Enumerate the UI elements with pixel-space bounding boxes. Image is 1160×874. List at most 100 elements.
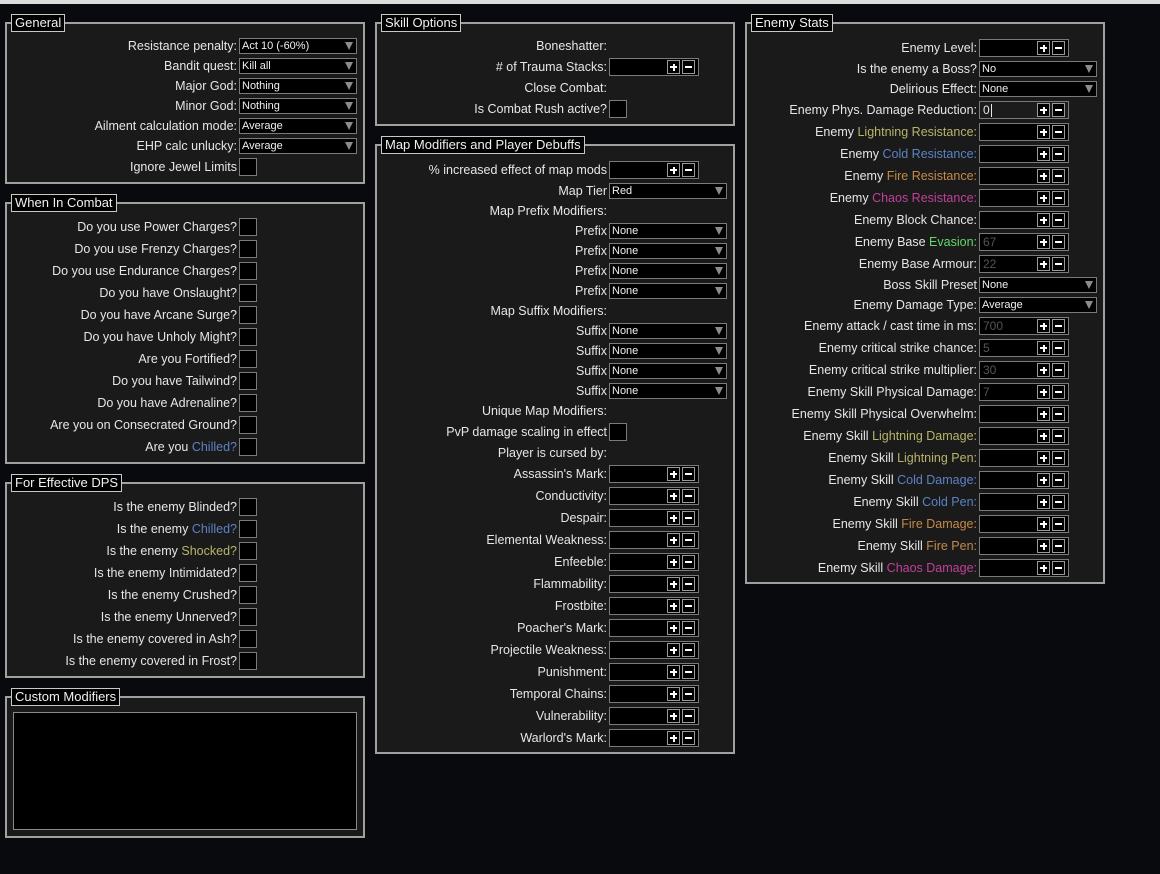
decrement-minus-icon[interactable] bbox=[1052, 235, 1065, 249]
decrement-minus-icon[interactable] bbox=[1052, 257, 1065, 271]
number-input[interactable] bbox=[979, 515, 1069, 533]
dropdown[interactable]: None bbox=[609, 363, 727, 379]
increment-plus-icon[interactable] bbox=[1037, 451, 1050, 465]
decrement-minus-icon[interactable] bbox=[682, 709, 695, 723]
number-input[interactable] bbox=[979, 537, 1069, 555]
number-input[interactable]: 5 bbox=[979, 339, 1069, 357]
number-input[interactable] bbox=[609, 487, 699, 505]
decrement-minus-icon[interactable] bbox=[1052, 191, 1065, 205]
increment-plus-icon[interactable] bbox=[667, 60, 680, 74]
dropdown[interactable]: Average bbox=[239, 118, 357, 134]
number-input[interactable] bbox=[609, 729, 699, 747]
dropdown[interactable]: None bbox=[609, 383, 727, 399]
checkbox[interactable] bbox=[239, 520, 257, 538]
increment-plus-icon[interactable] bbox=[1037, 407, 1050, 421]
number-input[interactable] bbox=[979, 449, 1069, 467]
checkbox[interactable] bbox=[239, 372, 257, 390]
decrement-minus-icon[interactable] bbox=[682, 511, 695, 525]
checkbox[interactable] bbox=[239, 438, 257, 456]
number-input[interactable] bbox=[609, 663, 699, 681]
number-input[interactable] bbox=[979, 493, 1069, 511]
checkbox[interactable] bbox=[239, 262, 257, 280]
decrement-minus-icon[interactable] bbox=[682, 621, 695, 635]
decrement-minus-icon[interactable] bbox=[682, 731, 695, 745]
increment-plus-icon[interactable] bbox=[667, 577, 680, 591]
number-input[interactable]: 67 bbox=[979, 233, 1069, 251]
dropdown[interactable]: None bbox=[609, 323, 727, 339]
decrement-minus-icon[interactable] bbox=[1052, 473, 1065, 487]
increment-plus-icon[interactable] bbox=[1037, 191, 1050, 205]
increment-plus-icon[interactable] bbox=[1037, 473, 1050, 487]
decrement-minus-icon[interactable] bbox=[1052, 429, 1065, 443]
number-input[interactable] bbox=[609, 531, 699, 549]
number-input[interactable] bbox=[609, 641, 699, 659]
decrement-minus-icon[interactable] bbox=[1052, 169, 1065, 183]
number-input[interactable]: 0 bbox=[979, 101, 1069, 119]
checkbox[interactable] bbox=[239, 284, 257, 302]
increment-plus-icon[interactable] bbox=[1037, 125, 1050, 139]
increment-plus-icon[interactable] bbox=[1037, 385, 1050, 399]
number-input[interactable] bbox=[609, 509, 699, 527]
number-input[interactable] bbox=[979, 427, 1069, 445]
number-input[interactable]: 7 bbox=[979, 383, 1069, 401]
checkbox[interactable] bbox=[609, 423, 627, 441]
increment-plus-icon[interactable] bbox=[1037, 103, 1050, 117]
increment-plus-icon[interactable] bbox=[1037, 561, 1050, 575]
decrement-minus-icon[interactable] bbox=[1052, 451, 1065, 465]
number-input[interactable] bbox=[979, 39, 1069, 57]
increment-plus-icon[interactable] bbox=[1037, 539, 1050, 553]
decrement-minus-icon[interactable] bbox=[1052, 385, 1065, 399]
increment-plus-icon[interactable] bbox=[1037, 319, 1050, 333]
decrement-minus-icon[interactable] bbox=[1052, 561, 1065, 575]
increment-plus-icon[interactable] bbox=[667, 599, 680, 613]
checkbox[interactable] bbox=[239, 328, 257, 346]
increment-plus-icon[interactable] bbox=[667, 489, 680, 503]
decrement-minus-icon[interactable] bbox=[682, 467, 695, 481]
checkbox[interactable] bbox=[239, 350, 257, 368]
number-input[interactable] bbox=[979, 559, 1069, 577]
checkbox[interactable] bbox=[239, 218, 257, 236]
decrement-minus-icon[interactable] bbox=[1052, 103, 1065, 117]
decrement-minus-icon[interactable] bbox=[1052, 213, 1065, 227]
dropdown[interactable]: Average bbox=[979, 297, 1097, 313]
checkbox[interactable] bbox=[609, 100, 627, 118]
checkbox[interactable] bbox=[239, 586, 257, 604]
increment-plus-icon[interactable] bbox=[667, 687, 680, 701]
dropdown[interactable]: Red bbox=[609, 183, 727, 199]
decrement-minus-icon[interactable] bbox=[1052, 125, 1065, 139]
increment-plus-icon[interactable] bbox=[667, 665, 680, 679]
checkbox[interactable] bbox=[239, 158, 257, 176]
increment-plus-icon[interactable] bbox=[667, 621, 680, 635]
number-input[interactable] bbox=[609, 619, 699, 637]
increment-plus-icon[interactable] bbox=[1037, 41, 1050, 55]
dropdown[interactable]: None bbox=[609, 263, 727, 279]
checkbox[interactable] bbox=[239, 652, 257, 670]
decrement-minus-icon[interactable] bbox=[682, 489, 695, 503]
increment-plus-icon[interactable] bbox=[1037, 517, 1050, 531]
dropdown[interactable]: None bbox=[979, 81, 1097, 97]
checkbox[interactable] bbox=[239, 564, 257, 582]
increment-plus-icon[interactable] bbox=[1037, 213, 1050, 227]
number-input[interactable]: 700 bbox=[979, 317, 1069, 335]
decrement-minus-icon[interactable] bbox=[1052, 539, 1065, 553]
decrement-minus-icon[interactable] bbox=[682, 533, 695, 547]
increment-plus-icon[interactable] bbox=[667, 555, 680, 569]
increment-plus-icon[interactable] bbox=[1037, 147, 1050, 161]
increment-plus-icon[interactable] bbox=[667, 533, 680, 547]
decrement-minus-icon[interactable] bbox=[1052, 147, 1065, 161]
custom-modifiers-textarea[interactable] bbox=[13, 712, 357, 830]
decrement-minus-icon[interactable] bbox=[682, 665, 695, 679]
checkbox[interactable] bbox=[239, 498, 257, 516]
decrement-minus-icon[interactable] bbox=[1052, 407, 1065, 421]
number-input[interactable] bbox=[609, 553, 699, 571]
dropdown[interactable]: None bbox=[609, 343, 727, 359]
number-input[interactable] bbox=[979, 123, 1069, 141]
decrement-minus-icon[interactable] bbox=[682, 643, 695, 657]
decrement-minus-icon[interactable] bbox=[1052, 495, 1065, 509]
increment-plus-icon[interactable] bbox=[667, 731, 680, 745]
decrement-minus-icon[interactable] bbox=[682, 163, 695, 177]
dropdown[interactable]: No bbox=[979, 61, 1097, 77]
number-input[interactable] bbox=[609, 685, 699, 703]
decrement-minus-icon[interactable] bbox=[1052, 41, 1065, 55]
checkbox[interactable] bbox=[239, 240, 257, 258]
